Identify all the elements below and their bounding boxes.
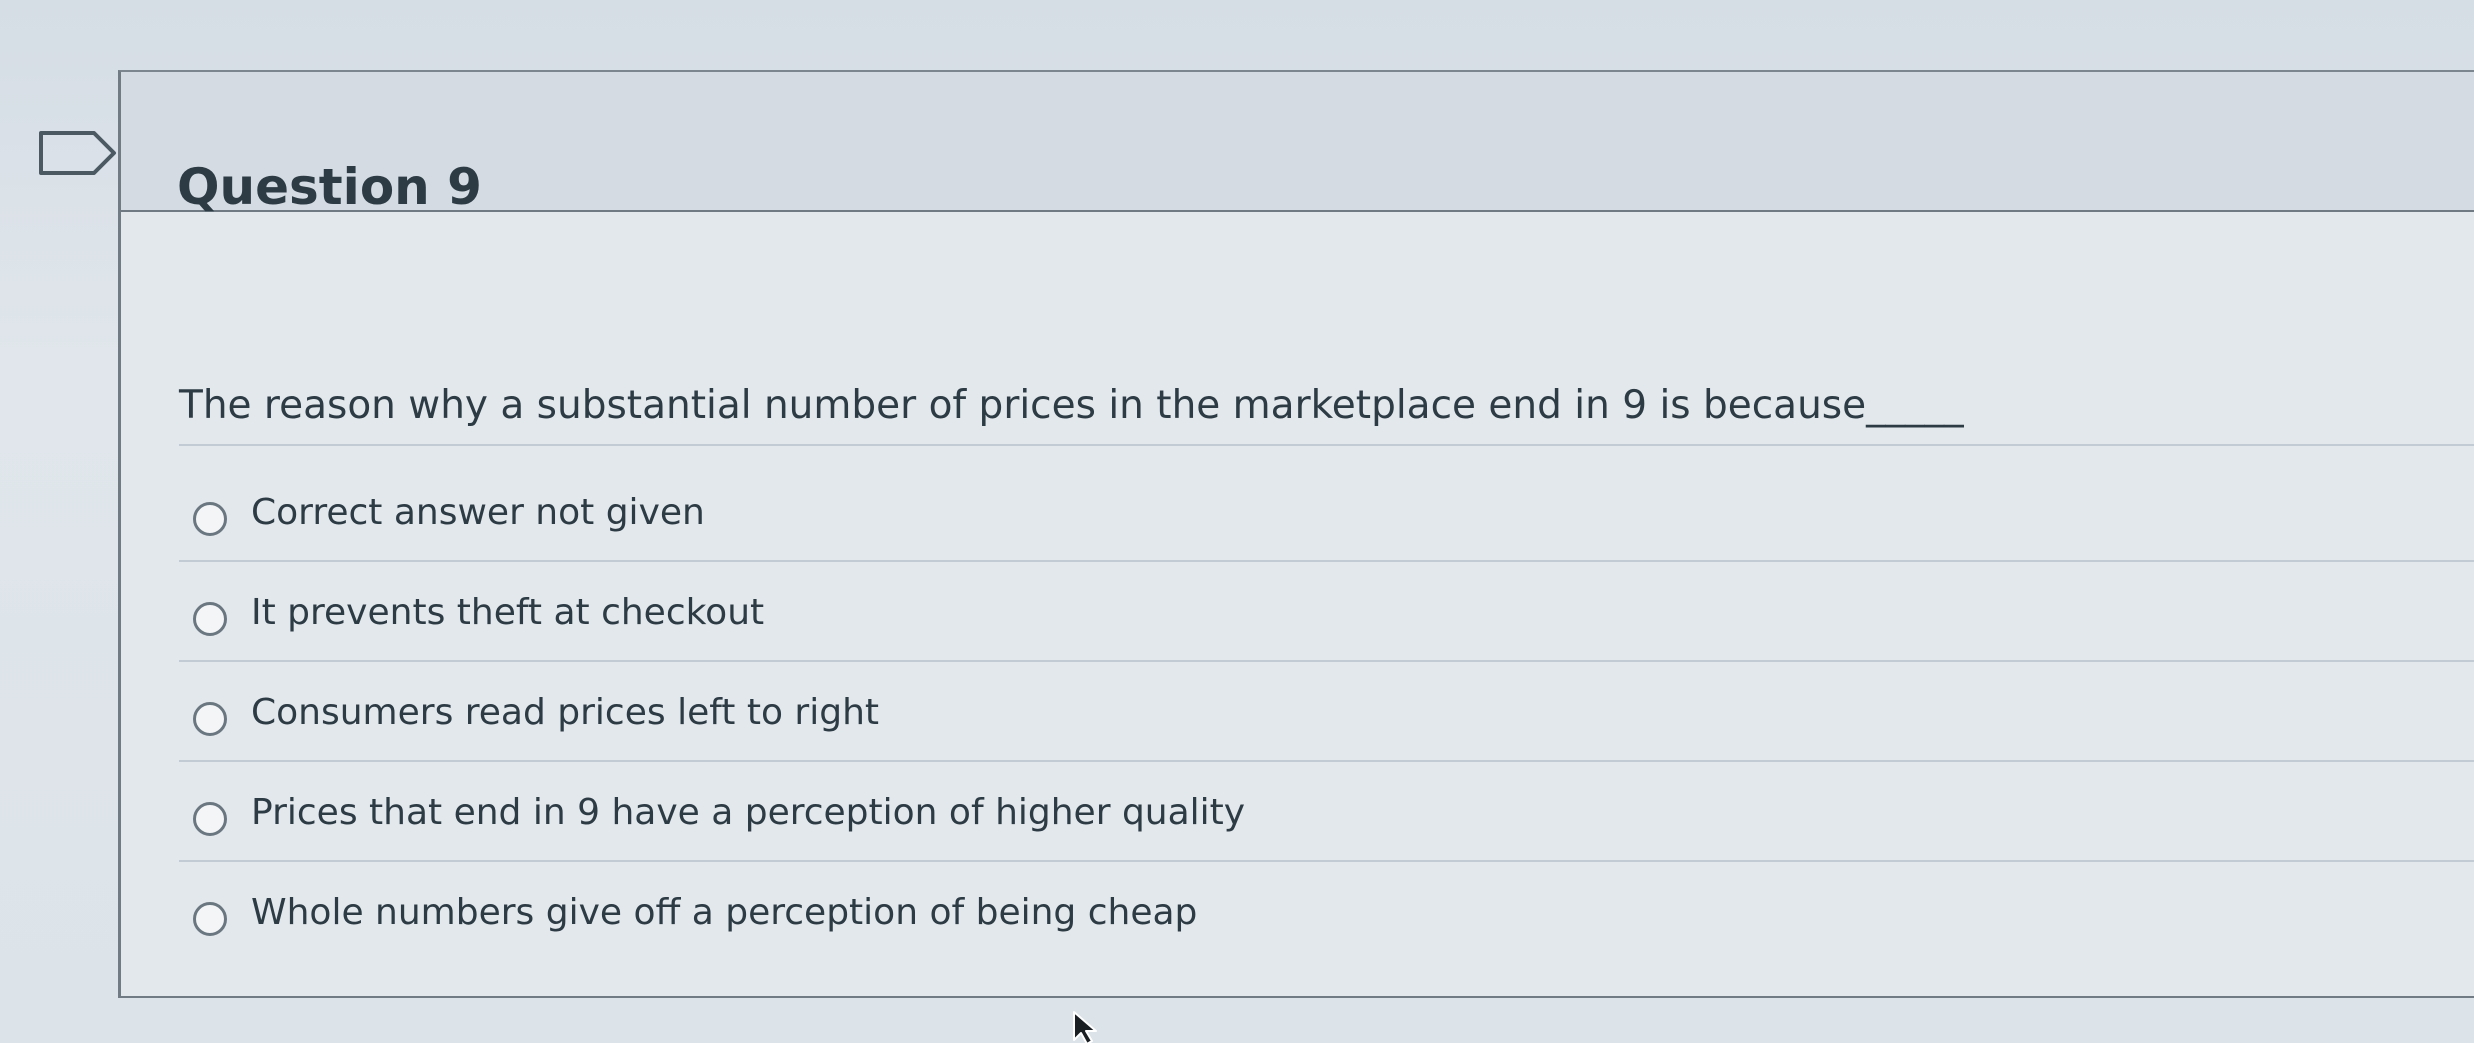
- mouse-pointer-icon: [1073, 1011, 1097, 1043]
- answer-option-5[interactable]: Whole numbers give off a perception of b…: [179, 862, 2474, 962]
- answer-option-3[interactable]: Consumers read prices left to right: [179, 662, 2474, 762]
- radio-button-4[interactable]: [193, 802, 227, 836]
- flag-question-icon[interactable]: [38, 130, 118, 176]
- answer-label-1[interactable]: Correct answer not given: [251, 492, 705, 533]
- answer-option-2[interactable]: It prevents theft at checkout: [179, 562, 2474, 662]
- radio-button-1[interactable]: [193, 502, 227, 536]
- answer-list: Correct answer not given It prevents the…: [179, 462, 2474, 962]
- answer-option-4[interactable]: Prices that end in 9 have a perception o…: [179, 762, 2474, 862]
- answer-label-2[interactable]: It prevents theft at checkout: [251, 592, 764, 633]
- question-body: The reason why a substantial number of p…: [121, 212, 2474, 998]
- answer-label-5[interactable]: Whole numbers give off a perception of b…: [251, 892, 1197, 933]
- question-title: Question 9: [177, 157, 482, 216]
- question-card: Question 9 The reason why a substantial …: [118, 70, 2474, 998]
- question-prompt: The reason why a substantial number of p…: [179, 383, 1964, 428]
- radio-button-3[interactable]: [193, 702, 227, 736]
- answer-label-4[interactable]: Prices that end in 9 have a perception o…: [251, 792, 1245, 833]
- radio-button-5[interactable]: [193, 902, 227, 936]
- radio-button-2[interactable]: [193, 602, 227, 636]
- answer-label-3[interactable]: Consumers read prices left to right: [251, 692, 879, 733]
- question-header: Question 9: [121, 72, 2474, 216]
- answer-option-1[interactable]: Correct answer not given: [179, 462, 2474, 562]
- prompt-divider: [179, 444, 2474, 446]
- quiz-screen: Question 9 The reason why a substantial …: [0, 0, 2474, 1043]
